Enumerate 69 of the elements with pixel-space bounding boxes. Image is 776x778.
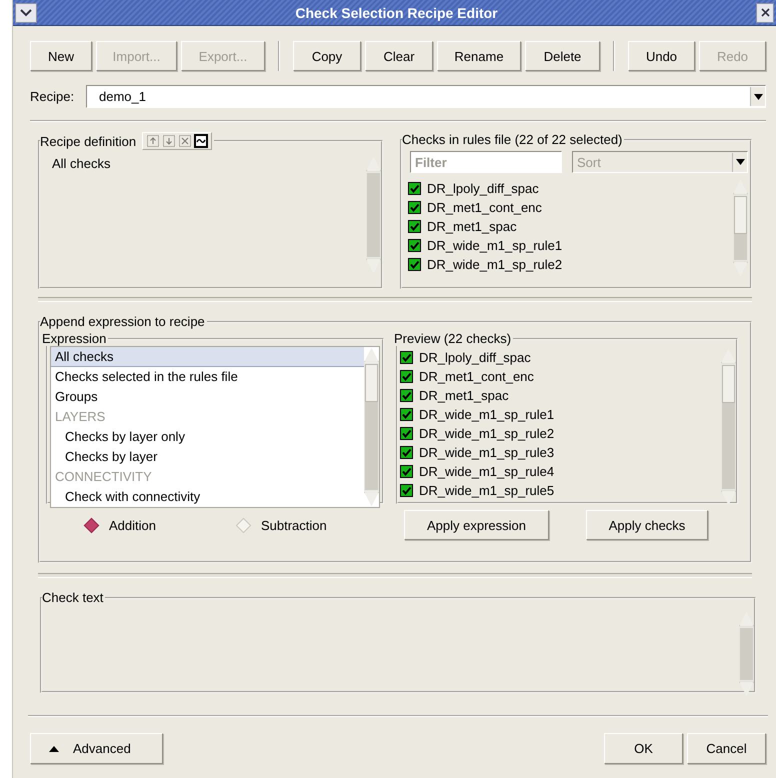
- window-menu-button[interactable]: [15, 2, 37, 22]
- checkbox[interactable]: [400, 408, 413, 421]
- preview-item[interactable]: DR_met1_cont_enc: [419, 369, 534, 384]
- chevron-down-icon: [20, 8, 32, 16]
- close-button[interactable]: [756, 2, 774, 22]
- apply-button[interactable]: Apply expression: [404, 510, 549, 540]
- radio-label[interactable]: Addition: [109, 518, 156, 532]
- toolbar-button[interactable]: Undo: [628, 41, 695, 71]
- window-title: Check Selection Recipe Editor: [294, 4, 499, 20]
- filter-field[interactable]: Filter: [410, 151, 562, 173]
- checkbox[interactable]: [400, 465, 413, 478]
- checkbox[interactable]: [400, 370, 413, 383]
- preview-item[interactable]: DR_wide_m1_sp_rule3: [419, 445, 554, 460]
- preview-item[interactable]: DR_wide_m1_sp_rule1: [419, 407, 554, 422]
- group-title: Expression: [42, 331, 106, 346]
- scrollbar[interactable]: [721, 348, 736, 506]
- preview-item[interactable]: DR_met1_spac: [419, 388, 509, 403]
- check-item[interactable]: DR_lpoly_diff_spac: [427, 181, 539, 196]
- expression-item[interactable]: Checks by layer: [51, 447, 364, 467]
- preview-item[interactable]: DR_wide_m1_sp_rule4: [419, 464, 554, 479]
- preview-item[interactable]: DR_lpoly_diff_spac: [419, 350, 531, 365]
- expression-item[interactable]: All checks: [51, 347, 364, 367]
- toolbar-button[interactable]: Delete: [525, 41, 600, 71]
- checkbox[interactable]: [408, 182, 421, 195]
- group-title: Checks in rules file (22 of 22 selected): [402, 132, 622, 147]
- checkbox[interactable]: [400, 351, 413, 364]
- expression-item[interactable]: Checks selected in the rules file: [51, 367, 364, 387]
- checkbox[interactable]: [408, 239, 421, 252]
- group-title: Recipe definition: [40, 134, 136, 148]
- checkbox[interactable]: [408, 258, 421, 271]
- group-title: Preview (22 checks): [394, 331, 512, 346]
- dropdown-arrow-icon: [754, 94, 762, 100]
- preview-item[interactable]: DR_wide_m1_sp_rule5: [419, 483, 554, 498]
- expression-item[interactable]: Checks by layer only: [51, 427, 364, 447]
- check-item[interactable]: DR_wide_m1_sp_rule2: [427, 257, 562, 272]
- wave-icon[interactable]: [195, 135, 208, 147]
- preview-item[interactable]: DR_wide_m1_sp_rule2: [419, 426, 554, 441]
- scrollbar[interactable]: [366, 156, 381, 274]
- scrollbar[interactable]: [733, 179, 748, 277]
- expression-item[interactable]: Check with connectivity: [51, 487, 364, 507]
- close-icon: [760, 8, 770, 17]
- recipe-item[interactable]: All checks: [52, 156, 366, 175]
- check-item[interactable]: DR_wide_m1_sp_rule1: [427, 238, 562, 253]
- checkbox[interactable]: [400, 484, 413, 497]
- dropdown-arrow-icon: [736, 159, 744, 165]
- checkbox[interactable]: [400, 446, 413, 459]
- apply-button[interactable]: Apply checks: [586, 510, 708, 540]
- check-item[interactable]: DR_met1_cont_enc: [427, 200, 542, 215]
- group-title: Check text: [42, 590, 104, 605]
- recipe-dropdown[interactable]: demo_1: [86, 85, 766, 108]
- toolbar-button[interactable]: Clear: [365, 41, 433, 71]
- checkbox[interactable]: [408, 220, 421, 233]
- scrollbar[interactable]: [364, 347, 379, 507]
- check-item[interactable]: DR_met1_spac: [427, 219, 517, 234]
- checkbox[interactable]: [400, 389, 413, 402]
- toolbar-button[interactable]: Copy: [293, 41, 361, 71]
- expression-item[interactable]: Groups: [51, 387, 364, 407]
- checkbox[interactable]: [408, 201, 421, 214]
- checkbox[interactable]: [400, 427, 413, 440]
- group-title: Append expression to recipe: [40, 314, 205, 329]
- advanced-button[interactable]: Advanced: [30, 733, 163, 764]
- dialog-button[interactable]: OK: [604, 733, 683, 764]
- field-label: Recipe:: [30, 89, 76, 104]
- triangle-up-icon: [49, 746, 59, 752]
- dialog-button[interactable]: Cancel: [687, 733, 766, 764]
- radio-label[interactable]: Subtraction: [260, 518, 327, 532]
- toolbar-button[interactable]: New: [30, 41, 92, 71]
- scrollbar[interactable]: [739, 611, 754, 697]
- toolbar-button[interactable]: Rename: [437, 41, 521, 71]
